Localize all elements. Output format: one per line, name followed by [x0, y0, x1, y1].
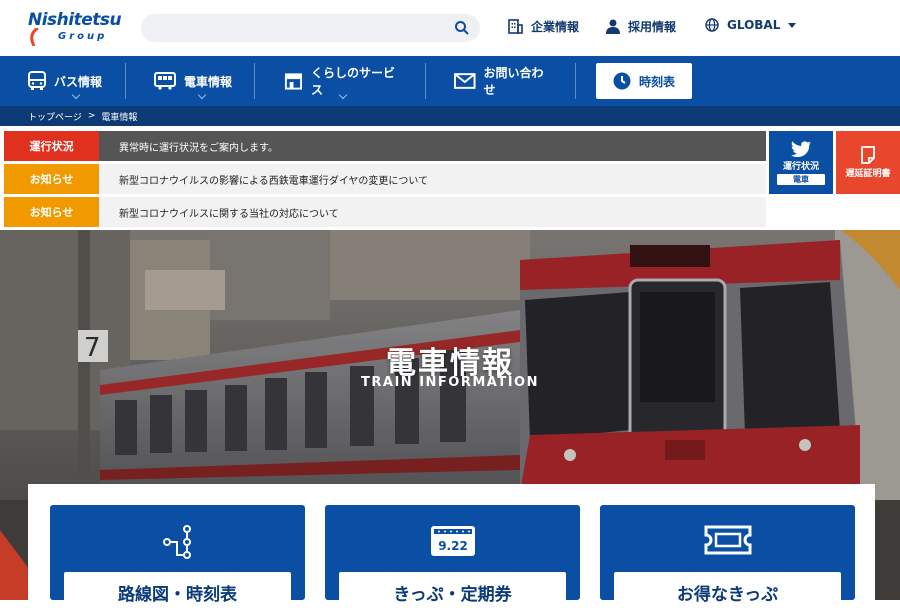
shop-icon: [284, 73, 303, 90]
breadcrumb-current: 電車情報: [101, 112, 138, 123]
bus-icon: [28, 71, 46, 90]
corporate-info-link[interactable]: 企業情報: [508, 18, 579, 35]
document-icon: [861, 146, 875, 164]
nav-bus-label: バス情報: [54, 74, 103, 89]
twitter-status-label: 運行状況: [782, 161, 819, 172]
mail-icon: [454, 73, 476, 89]
tickets-passes-card[interactable]: 9.22 きっぷ・定期券: [325, 505, 580, 612]
nav-divider: [125, 63, 126, 99]
logo-text: Nishitetsu: [28, 10, 122, 30]
ticket-date-icon: 9.22: [430, 526, 475, 556]
route-map-icon: [162, 525, 191, 559]
ticket-icon: [704, 525, 751, 555]
notice-tag: お知らせ: [4, 164, 99, 194]
nav-contact-label: お問い合わせ: [483, 66, 544, 97]
timetable-label: 時刻表: [638, 74, 675, 89]
notice-tag: お知らせ: [4, 197, 99, 227]
notice-item[interactable]: お知らせ 新型コロナウイルスに関する当社の対応について: [4, 197, 766, 227]
logo-subtext: Group: [58, 31, 108, 42]
global-label: GLOBAL: [727, 18, 781, 32]
ticket-date-text: 9.22: [438, 539, 468, 553]
nav-item-lifestyle-services[interactable]: くらしのサービス: [284, 56, 402, 106]
clock-icon: [613, 72, 631, 90]
nav-item-bus[interactable]: バス情報: [28, 56, 124, 106]
hero-subtitle: TRAIN INFORMATION: [361, 375, 539, 390]
discount-tickets-card[interactable]: お得なきっぷ: [600, 505, 855, 612]
nav-divider: [575, 63, 576, 99]
train-icon: [154, 72, 176, 90]
global-menu[interactable]: GLOBAL: [705, 18, 797, 32]
twitter-status-button[interactable]: 運行状況 電車: [769, 131, 833, 194]
chevron-down-icon: [71, 90, 81, 100]
recruit-label: 採用情報: [628, 20, 677, 34]
twitter-status-sublabel: 電車: [777, 173, 825, 185]
tickets-passes-label: きっぷ・定期券: [339, 572, 566, 612]
person-icon: [606, 19, 620, 34]
search-icon[interactable]: [454, 20, 470, 36]
route-timetable-card[interactable]: 路線図・時刻表: [50, 505, 305, 612]
discount-tickets-label: お得なきっぷ: [614, 572, 841, 612]
breadcrumb-separator: >: [87, 111, 96, 121]
notice-item[interactable]: お知らせ 新型コロナウイルスの影響による西鉄電車運行ダイヤの変更について: [4, 164, 766, 194]
nav-train-label: 電車情報: [184, 74, 233, 89]
route-timetable-label: 路線図・時刻表: [64, 572, 291, 612]
twitter-icon: [791, 140, 811, 157]
delay-certificate-label: 遅延証明書: [845, 169, 891, 179]
notice-operation-status[interactable]: 運行状況 異常時に運行状況をご案内します。: [4, 131, 766, 161]
notice-tag: 運行状況: [4, 131, 99, 161]
building-icon: [508, 19, 523, 34]
nav-lifestyle-label: くらしのサービス: [310, 66, 395, 97]
nav-divider: [425, 63, 426, 99]
notice-text: 異常時に運行状況をご案内します。: [99, 131, 766, 161]
timetable-button[interactable]: 時刻表: [596, 63, 692, 99]
delay-certificate-button[interactable]: 遅延証明書: [836, 131, 900, 194]
breadcrumb-home[interactable]: トップページ: [28, 110, 82, 123]
logo-swoosh-icon: [30, 28, 39, 46]
globe-icon: [705, 18, 719, 32]
breadcrumb: トップページ > 電車情報: [0, 106, 900, 126]
notice-text: 新型コロナウイルスに関する当社の対応について: [99, 197, 766, 227]
search-input[interactable]: [141, 14, 480, 42]
global-nav: バス情報 電車情報 くらしのサービス お問い合わせ: [0, 56, 900, 106]
nav-item-contact[interactable]: お問い合わせ: [454, 56, 554, 106]
caret-down-icon: [788, 22, 797, 28]
corporate-info-label: 企業情報: [531, 20, 580, 34]
nav-divider: [254, 63, 255, 99]
site-header: Nishitetsu Group 企業情報 採用情報 GLOBAL: [0, 0, 900, 56]
chevron-down-icon: [197, 90, 207, 100]
recruit-link[interactable]: 採用情報: [606, 18, 676, 35]
notice-text: 新型コロナウイルスの影響による西鉄電車運行ダイヤの変更について: [99, 164, 766, 194]
nav-item-train[interactable]: 電車情報: [154, 56, 250, 106]
nishitetsu-logo[interactable]: Nishitetsu Group: [28, 10, 122, 48]
